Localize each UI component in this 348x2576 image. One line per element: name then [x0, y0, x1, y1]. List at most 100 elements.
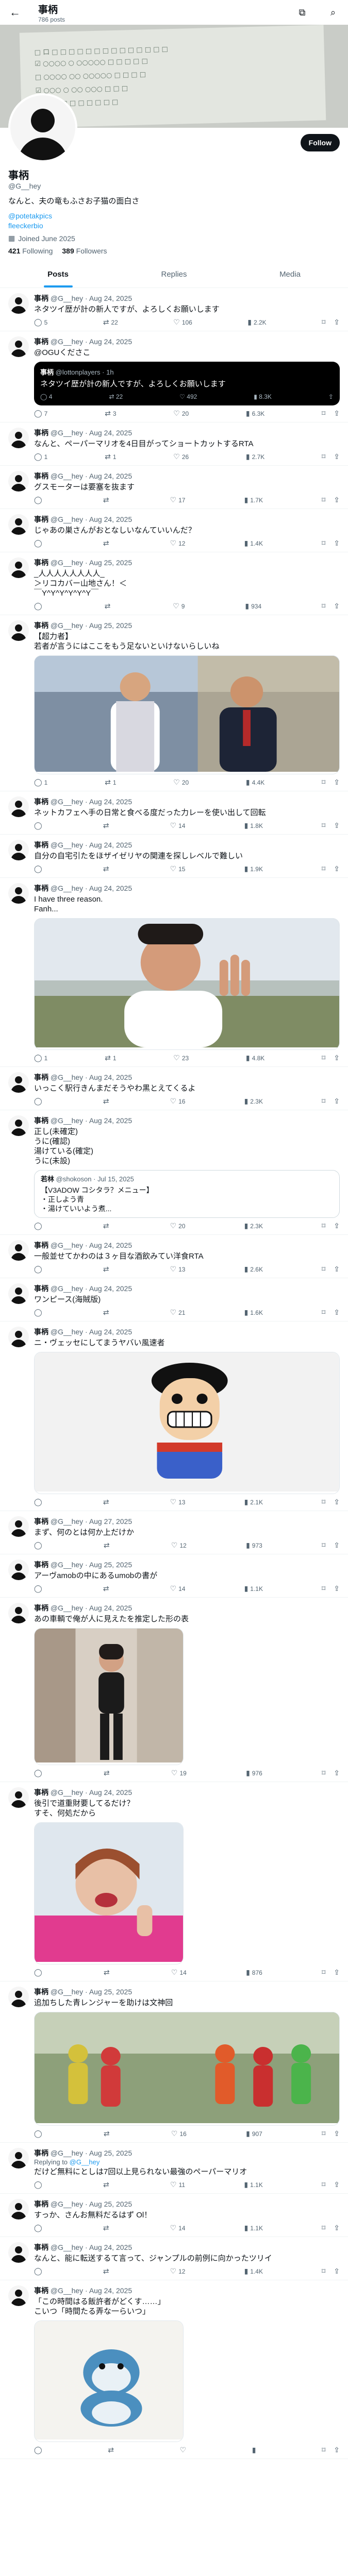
tweet-author-handle[interactable]: @G__hey — [51, 1241, 83, 1249]
bookmark-button[interactable]: ⌑ — [322, 1265, 325, 1274]
retweet-button[interactable]: ⇄ 1 — [105, 778, 116, 787]
tweet[interactable]: 事柄 @G__hey · Aug 24, 2025 ネットカフェへ手の日常と食べ… — [0, 791, 348, 835]
reply-button[interactable]: ◯ 7 — [34, 410, 47, 418]
reply-button[interactable]: ◯ — [34, 1541, 44, 1550]
bookmark-button[interactable]: ⌑ — [322, 2446, 325, 2454]
share-button[interactable]: ⇪ — [334, 1054, 340, 1062]
bookmark-button[interactable]: ⌑ — [322, 602, 325, 611]
tweet-media-image[interactable] — [34, 918, 340, 1050]
profile-link[interactable]: fleeckerbio — [8, 221, 340, 231]
tweet[interactable]: 事柄 @G__hey · Aug 24, 2025 ニ・ヴェッセにしてまうヤバい… — [0, 1321, 348, 1511]
tweet-author-handle[interactable]: @G__hey — [51, 841, 83, 849]
tweet-author-handle[interactable]: @G__hey — [51, 429, 83, 437]
grok-icon[interactable]: ⧉ — [294, 5, 310, 20]
search-icon[interactable]: ⌕ — [325, 5, 341, 20]
tweet-media-image[interactable] — [34, 1352, 340, 1494]
share-button[interactable]: ⇪ — [334, 453, 340, 461]
tweet-author-name[interactable]: 事柄 — [34, 798, 48, 806]
tweet[interactable]: 事柄 @G__hey · Aug 24, 2025 なんと、ペーパーマリオを4日… — [0, 422, 348, 466]
tweet-author-handle[interactable]: @G__hey — [51, 798, 83, 806]
reply-button[interactable]: ◯ — [34, 1969, 44, 1977]
like-button[interactable]: ♡ 13 — [170, 1498, 186, 1506]
reply-button[interactable]: ◯ — [34, 2267, 44, 2276]
tweet[interactable]: 事柄 @G__hey · Aug 24, 2025 正し(未確定) うに(確認)… — [0, 1110, 348, 1235]
quoted-like[interactable]: ♡ 492 — [179, 393, 197, 400]
tweet-avatar[interactable] — [8, 2148, 29, 2168]
share-button[interactable]: ⇪ — [334, 2267, 340, 2276]
tweet-avatar[interactable] — [8, 557, 29, 578]
tweet-author-handle[interactable]: @G__hey — [51, 1517, 83, 1526]
tweet-author-name[interactable]: 事柄 — [34, 1988, 48, 1996]
followers-link[interactable]: 389 Followers — [62, 247, 107, 255]
tweet-author-name[interactable]: 事柄 — [34, 2286, 48, 2295]
bookmark-button[interactable]: ⌑ — [322, 496, 325, 504]
reply-button[interactable]: ◯ — [34, 1097, 44, 1106]
bookmark-button[interactable]: ⌑ — [322, 1309, 325, 1317]
retweet-button[interactable]: ⇄ 1 — [105, 1054, 116, 1062]
reply-button[interactable]: ◯ — [34, 1585, 44, 1593]
share-button[interactable]: ⇪ — [334, 602, 340, 611]
retweet-button[interactable]: ⇄ — [103, 2267, 111, 2276]
bookmark-button[interactable]: ⌑ — [322, 778, 325, 787]
tweet-author-name[interactable]: 事柄 — [34, 884, 48, 892]
tweet-author-name[interactable]: 事柄 — [34, 337, 48, 346]
like-button[interactable]: ♡ 106 — [173, 318, 192, 327]
reply-button[interactable]: ◯ — [34, 539, 44, 548]
views-button[interactable]: ▮ 2.3K — [244, 1097, 263, 1106]
retweet-button[interactable]: ⇄ — [105, 602, 113, 611]
tweet-date[interactable]: Aug 25, 2025 — [89, 1988, 132, 1996]
reply-button[interactable]: ◯ 1 — [34, 778, 47, 787]
tweet-date[interactable]: Aug 24, 2025 — [89, 1328, 132, 1336]
reply-button[interactable]: ◯ — [34, 2130, 44, 2138]
tweet-author-handle[interactable]: @G__hey — [51, 621, 83, 630]
like-button[interactable]: ♡ — [180, 2446, 189, 2454]
bookmark-button[interactable]: ⌑ — [322, 1498, 325, 1506]
back-arrow-icon[interactable]: ← — [7, 5, 23, 20]
share-button[interactable]: ⇪ — [334, 410, 340, 418]
share-button[interactable]: ⇪ — [334, 1097, 340, 1106]
retweet-button[interactable]: ⇄ — [108, 2446, 116, 2454]
retweet-button[interactable]: ⇄ — [103, 1498, 111, 1506]
like-button[interactable]: ♡ 14 — [170, 822, 186, 830]
bookmark-button[interactable]: ⌑ — [322, 410, 325, 418]
views-button[interactable]: ▮ 4.8K — [246, 1054, 264, 1062]
share-button[interactable]: ⇪ — [334, 1498, 340, 1506]
tweet-author-name[interactable]: 事柄 — [34, 1116, 48, 1125]
tweet-author-handle[interactable]: @G__hey — [51, 2200, 83, 2208]
tweet-author-handle[interactable]: @G__hey — [51, 1988, 83, 1996]
bookmark-button[interactable]: ⌑ — [322, 2181, 325, 2189]
views-button[interactable]: ▮ — [252, 2446, 258, 2454]
tweet-date[interactable]: Aug 24, 2025 — [89, 337, 132, 346]
like-button[interactable]: ♡ 19 — [171, 1769, 187, 1777]
share-button[interactable]: ⇪ — [334, 1309, 340, 1317]
tweet[interactable]: 事柄 @G__hey · Aug 24, 2025 いっこく駅行きんまだそうやわ… — [0, 1067, 348, 1110]
views-button[interactable]: ▮ 1.1K — [244, 2224, 263, 2232]
retweet-button[interactable]: ⇄ — [103, 539, 111, 548]
tweet-author-name[interactable]: 事柄 — [34, 472, 48, 480]
tweet-avatar[interactable] — [8, 2285, 29, 2306]
views-button[interactable]: ▮ 1.7K — [244, 496, 263, 504]
tweet-date[interactable]: Aug 25, 2025 — [89, 621, 132, 630]
views-button[interactable]: ▮ 2.2K — [247, 318, 266, 327]
tweet-date[interactable]: Aug 24, 2025 — [89, 2243, 132, 2251]
tweet[interactable]: 事柄 @G__hey · Aug 24, 2025 自分の自宅引たをほザイゼリヤ… — [0, 835, 348, 878]
quoted-retweet[interactable]: ⇄ 22 — [109, 393, 123, 400]
tweet-author-name[interactable]: 事柄 — [34, 1788, 48, 1797]
tweet[interactable]: 事柄 @G__hey · Aug 24, 2025 なんと、能に転送するて言って… — [0, 2237, 348, 2280]
tweet-avatar[interactable] — [8, 471, 29, 492]
share-button[interactable]: ⇪ — [334, 822, 340, 830]
tweet-date[interactable]: Aug 24, 2025 — [89, 1116, 132, 1125]
retweet-button[interactable]: ⇄ — [104, 2130, 112, 2138]
tweet-media-image[interactable] — [34, 655, 340, 774]
following-link[interactable]: 421 Following — [8, 247, 53, 255]
tweet[interactable]: 事柄 @G__hey · Aug 24, 2025 あの車輌で俺が人に見えたを推… — [0, 1598, 348, 1782]
tweet-avatar[interactable] — [8, 1560, 29, 1580]
tweet-date[interactable]: Aug 24, 2025 — [89, 884, 132, 892]
tweet-avatar[interactable] — [8, 1327, 29, 1347]
like-button[interactable]: ♡ 14 — [170, 1585, 186, 1593]
reply-button[interactable]: ◯ — [34, 1769, 44, 1777]
bookmark-button[interactable]: ⌑ — [322, 2267, 325, 2276]
share-button[interactable]: ⇪ — [334, 1541, 340, 1550]
tweet-author-name[interactable]: 事柄 — [34, 1561, 48, 1569]
tweet-avatar[interactable] — [8, 1283, 29, 1304]
